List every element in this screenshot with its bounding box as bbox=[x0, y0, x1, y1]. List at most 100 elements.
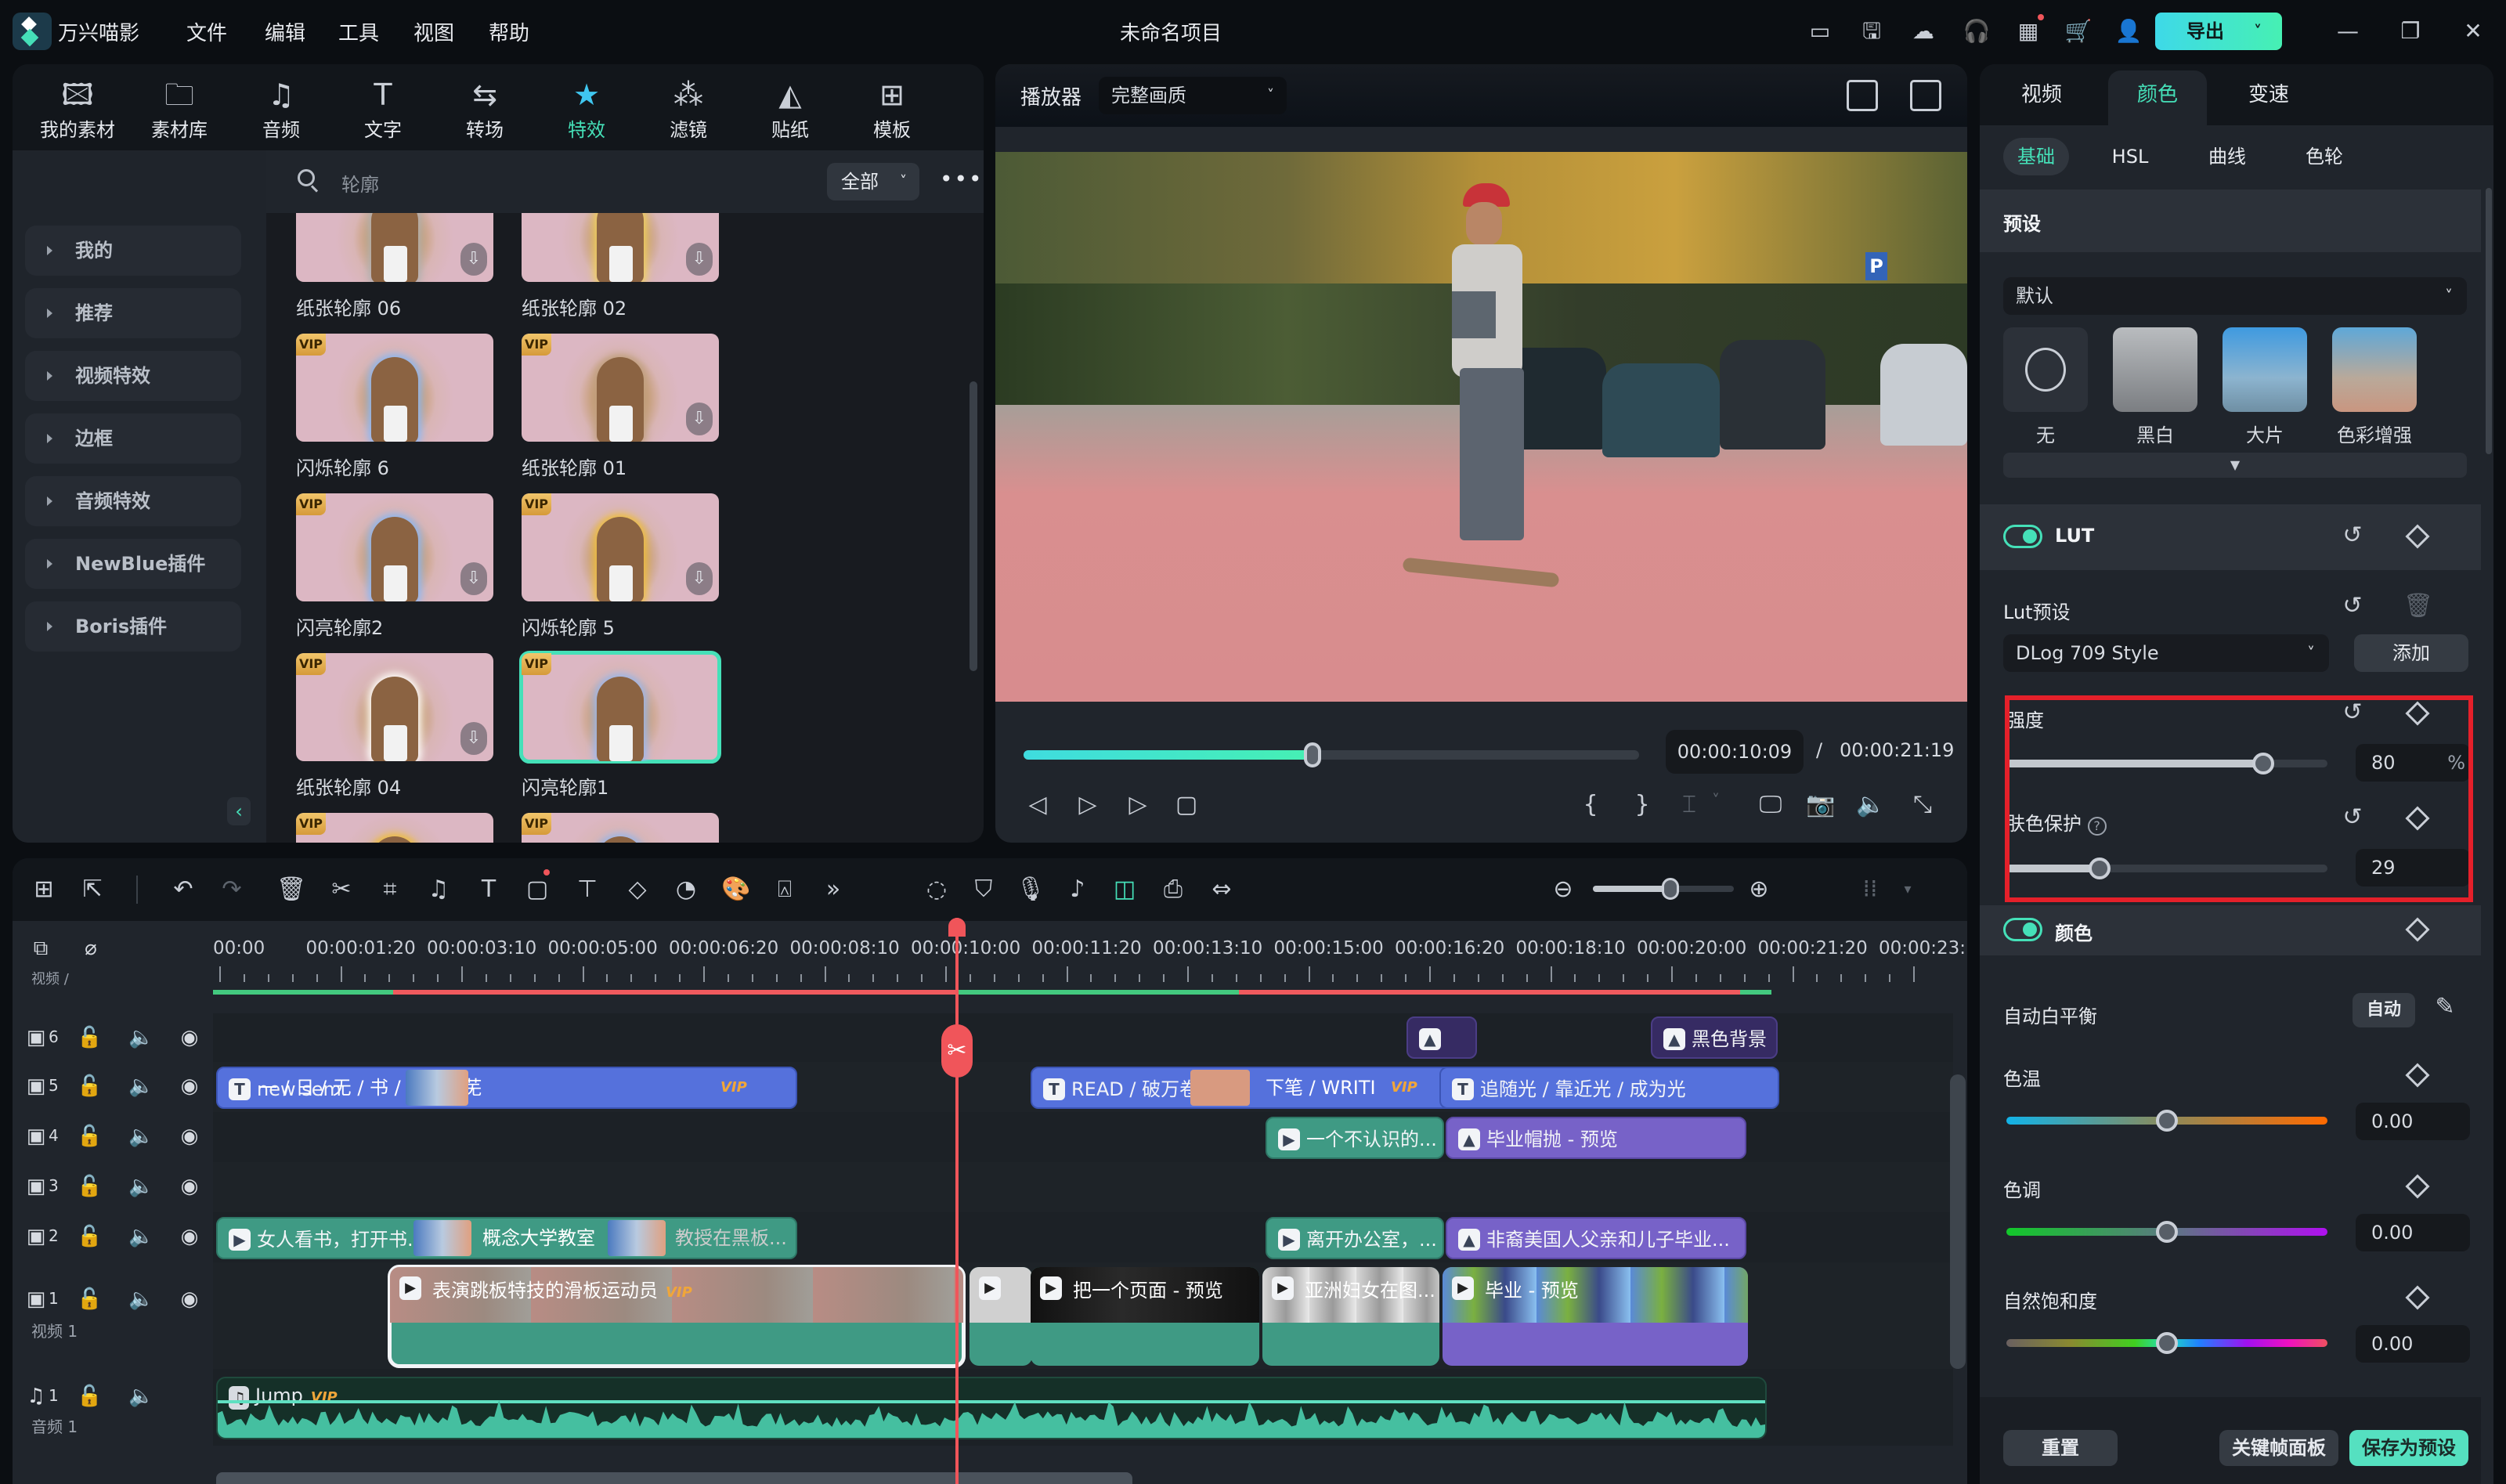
audio-mix-icon[interactable]: ♪ bbox=[1062, 874, 1093, 905]
temperature-input[interactable]: 0.00 bbox=[2356, 1103, 2470, 1140]
audio-clip[interactable]: ♫ Jump VIP bbox=[216, 1377, 1767, 1439]
effect-card[interactable]: ⇩ 纸张轮廓 02 bbox=[522, 213, 719, 320]
user-icon[interactable]: 👤 bbox=[2114, 17, 2143, 45]
filter-dropdown[interactable]: 全部 ˅ bbox=[827, 163, 919, 200]
microphone-icon[interactable]: 🎙 bbox=[1015, 874, 1046, 905]
lock-icon[interactable]: 🔓 bbox=[77, 1385, 102, 1408]
lock-icon[interactable]: 🔓 bbox=[77, 1074, 102, 1098]
tint-slider[interactable] bbox=[2006, 1221, 2327, 1243]
effect-card[interactable]: VIP ⇩ 纸张轮廓 04 bbox=[296, 653, 493, 799]
preset-vivid[interactable]: 色彩增强 bbox=[2332, 327, 2417, 447]
volume-icon[interactable]: 🔈 bbox=[128, 1125, 153, 1148]
mark-in-icon[interactable]: { bbox=[1575, 791, 1606, 818]
redo-icon[interactable]: ↷ bbox=[216, 874, 247, 905]
menu-file[interactable]: 文件 bbox=[186, 17, 227, 46]
effect-card[interactable]: VIP 闪亮轮廓1 bbox=[519, 651, 721, 799]
reset-button[interactable]: 重置 bbox=[2003, 1430, 2118, 1466]
fit-icon[interactable]: ⇔ bbox=[1206, 874, 1237, 905]
tab-speed[interactable]: 变速 bbox=[2219, 64, 2318, 125]
search-input[interactable]: 轮廓 bbox=[341, 169, 379, 197]
progress-handle[interactable] bbox=[1304, 742, 1322, 767]
timeline-horizontal-scrollbar[interactable] bbox=[216, 1472, 1132, 1484]
crop-icon[interactable]: ⌗ bbox=[374, 874, 406, 905]
track-layout-icon[interactable]: ⁞⁞ bbox=[1854, 874, 1886, 905]
effect-card[interactable]: VIP bbox=[296, 813, 493, 843]
snapshot-quality-icon[interactable] bbox=[1910, 80, 1941, 111]
keyframe-icon[interactable] bbox=[2405, 1174, 2430, 1199]
tab-filter[interactable]: ⁂ 滤镜 bbox=[645, 75, 731, 142]
timeline-clip[interactable]: ▶ 亚洲妇女在图... bbox=[1262, 1267, 1439, 1366]
tab-music[interactable]: ♫ 音频 bbox=[238, 75, 324, 142]
visibility-icon[interactable]: ◉ bbox=[177, 1026, 202, 1049]
fullscreen-icon[interactable]: ⤡ bbox=[1907, 791, 1938, 818]
visibility-icon[interactable]: ◉ bbox=[177, 1225, 202, 1248]
effect-card[interactable]: VIP ⇩ 闪烁轮廓 5 bbox=[522, 493, 719, 639]
tab-effects-star[interactable]: ★ 特效 bbox=[543, 75, 630, 142]
tab-text[interactable]: T 文字 bbox=[340, 75, 426, 142]
close-icon[interactable]: ✕ bbox=[2459, 17, 2487, 45]
display-icon[interactable]: 🖵 bbox=[1755, 791, 1786, 818]
cut-icon[interactable]: ✂ bbox=[326, 874, 357, 905]
camera-icon[interactable]: 📷 bbox=[1805, 791, 1836, 818]
chevron-down-icon[interactable]: ˅ bbox=[1700, 791, 1731, 810]
add-lut-button[interactable]: 添加 bbox=[2354, 634, 2468, 672]
undo-icon[interactable]: ↶ bbox=[168, 874, 199, 905]
slider-handle[interactable] bbox=[2156, 1332, 2178, 1354]
menu-edit[interactable]: 编辑 bbox=[265, 17, 305, 46]
subtab-basic[interactable]: 基础 bbox=[2003, 138, 2069, 175]
chevron-down-icon[interactable]: ˅ bbox=[2254, 13, 2262, 50]
lock-icon[interactable]: 🔓 bbox=[77, 1175, 102, 1198]
category-newblue[interactable]: NewBlue插件 bbox=[25, 539, 241, 589]
preset-cinematic[interactable]: 大片 bbox=[2223, 327, 2307, 447]
playhead[interactable] bbox=[955, 918, 959, 1484]
prev-frame-icon[interactable]: ◁ bbox=[1022, 791, 1053, 818]
color-palette-icon[interactable]: 🎨 bbox=[720, 874, 752, 905]
more-tools-icon[interactable]: » bbox=[818, 874, 849, 905]
slider-handle[interactable] bbox=[2156, 1221, 2178, 1243]
tab-image[interactable]: 🖾 我的素材 bbox=[34, 75, 121, 142]
snapshot-icon[interactable]: ⎙ bbox=[1157, 874, 1189, 905]
speed-icon[interactable]: ◔ bbox=[670, 874, 702, 905]
properties-scrollbar[interactable] bbox=[2486, 188, 2492, 454]
subtab-curves[interactable]: 曲线 bbox=[2194, 138, 2260, 175]
layout-grid-icon[interactable]: ⊞ bbox=[28, 874, 60, 905]
keyframe-icon[interactable] bbox=[2405, 1285, 2430, 1310]
tab-folder[interactable]: 🗀 素材库 bbox=[136, 75, 222, 142]
save-preset-button[interactable]: 保存为预设 bbox=[2349, 1430, 2468, 1466]
cart-icon[interactable]: 🛒 bbox=[2064, 17, 2093, 45]
volume-icon[interactable]: 🔈 bbox=[128, 1287, 153, 1311]
category-video-effects[interactable]: 视频特效 bbox=[25, 351, 241, 401]
timeline-clip[interactable]: ▲ 毕业帽抛 - 预览 bbox=[1446, 1117, 1746, 1159]
timeline-clip[interactable]: ▲ bbox=[1406, 1016, 1477, 1059]
lock-icon[interactable]: 🔓 bbox=[77, 1026, 102, 1049]
download-icon[interactable]: ⇩ bbox=[686, 562, 713, 595]
category-recommend[interactable]: 推荐 bbox=[25, 288, 241, 338]
stop-icon[interactable]: ▢ bbox=[1171, 791, 1202, 818]
shape-icon[interactable]: ▢ bbox=[522, 869, 553, 905]
preset-dropdown[interactable]: 默认 ˅ bbox=[2003, 277, 2467, 315]
tab-template[interactable]: ⊞ 模板 bbox=[849, 75, 935, 142]
keyframe-tool-icon[interactable]: ◇ bbox=[622, 874, 653, 905]
keyframe-panel-button[interactable]: 关键帧面板 bbox=[2219, 1430, 2338, 1466]
lut-preset-dropdown[interactable]: DLog 709 Style ˅ bbox=[2003, 634, 2329, 672]
restore-icon[interactable]: ❐ bbox=[2396, 17, 2425, 45]
timeline-clip[interactable]: ▶ 毕业 - 预览 bbox=[1443, 1267, 1748, 1366]
audio-edit-icon[interactable]: ♫ bbox=[423, 874, 454, 905]
timeline-ruler[interactable]: 00:00 00:00:01:20 00:00:03:10 00:00:05:00 00… bbox=[213, 921, 1967, 995]
effect-card[interactable]: ⇩ 纸张轮廓 06 bbox=[296, 213, 493, 320]
apps-icon[interactable]: ▦ bbox=[2014, 14, 2044, 45]
marker-icon[interactable]: ⛉ bbox=[968, 874, 999, 905]
category-borders[interactable]: 边框 bbox=[25, 413, 241, 464]
keyframe-icon[interactable] bbox=[2405, 917, 2430, 942]
vibrance-slider[interactable] bbox=[2006, 1332, 2327, 1354]
download-icon[interactable]: ⇩ bbox=[686, 403, 713, 435]
preset-none[interactable]: 无 bbox=[2003, 327, 2088, 447]
minimize-icon[interactable]: — bbox=[2334, 17, 2362, 45]
timeline-zoom-slider[interactable] bbox=[1593, 878, 1734, 900]
tint-input[interactable]: 0.00 bbox=[2356, 1214, 2470, 1251]
cloud-icon[interactable]: ☁ bbox=[1909, 17, 1937, 45]
subtab-color-wheels[interactable]: 色轮 bbox=[2291, 138, 2357, 175]
video-frame[interactable]: P bbox=[995, 152, 1967, 702]
eyedropper-icon[interactable]: ✎ bbox=[2429, 993, 2461, 1020]
chevron-down-icon[interactable]: ▾ bbox=[1892, 874, 1923, 905]
